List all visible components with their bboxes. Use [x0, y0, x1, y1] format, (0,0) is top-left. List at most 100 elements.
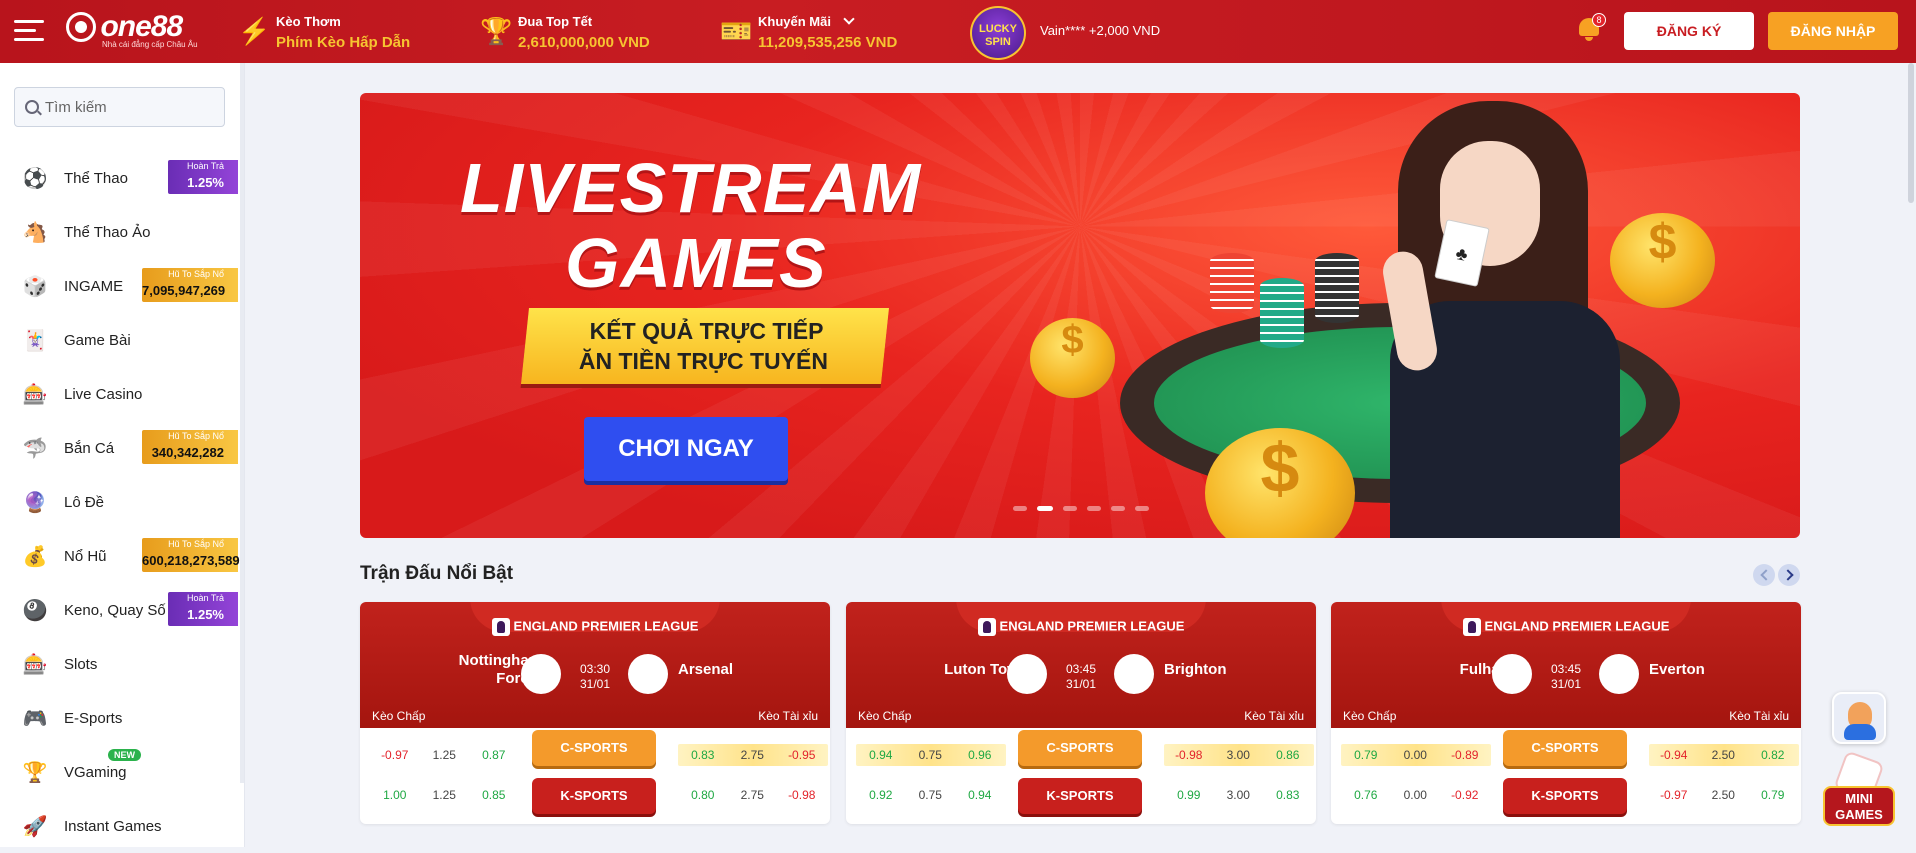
bell-icon[interactable]: 8 — [1577, 13, 1606, 44]
odds-row[interactable]: -0.94 2.50 0.82 — [1649, 744, 1799, 766]
odds-row[interactable]: 0.99 3.00 0.83 — [1164, 784, 1314, 806]
odds-value[interactable]: 1.25 — [420, 788, 470, 802]
sidebar-scrollbar[interactable] — [240, 63, 244, 783]
odds-value[interactable]: 0.80 — [678, 788, 728, 802]
sidebar-item-live-casino[interactable]: 🎰 Live Casino — [0, 367, 240, 421]
slot-machine-icon: 🎰 — [22, 653, 48, 676]
odds-row[interactable]: 0.94 0.75 0.96 — [856, 744, 1006, 766]
odds-value[interactable]: 3.00 — [1214, 748, 1264, 762]
kickoff-date: 31/01 — [1065, 677, 1097, 691]
sidebar-item-keno[interactable]: 🎱 Keno, Quay Số Hoàn Trả 1.25% — [0, 583, 240, 637]
sidebar-item-vgaming[interactable]: 🏆 VGaming NEW — [0, 745, 240, 799]
odds-value[interactable]: -0.89 — [1440, 748, 1490, 762]
sidebar-item-slots[interactable]: 🎰 Slots — [0, 637, 240, 691]
support-agent-button[interactable] — [1832, 692, 1886, 744]
odds-value[interactable]: 0.96 — [955, 748, 1005, 762]
sidebar-item-the-thao[interactable]: ⚽ Thể Thao Hoàn Trả 1.25% — [0, 151, 240, 205]
odds-value[interactable]: 2.75 — [728, 748, 778, 762]
sidebar-item-ingame[interactable]: 🎲 INGAME Hũ To Sắp Nổ 7,095,947,269 — [0, 259, 240, 313]
c-sports-button[interactable]: C-SPORTS — [1503, 730, 1627, 766]
odds-row[interactable]: 0.80 2.75 -0.98 — [678, 784, 828, 806]
odds-value[interactable]: 0.83 — [1263, 788, 1313, 802]
odds-row[interactable]: 0.92 0.75 0.94 — [856, 784, 1006, 806]
sidebar-item-lo-de[interactable]: 🔮 Lô Đề — [0, 475, 240, 529]
odds-value[interactable]: 0.79 — [1341, 748, 1391, 762]
menu-icon[interactable] — [14, 20, 44, 42]
odds-value[interactable]: 0.83 — [678, 748, 728, 762]
lucky-spin-button[interactable]: LUCKY SPIN — [970, 6, 1026, 60]
carousel-dot[interactable] — [1111, 506, 1125, 511]
c-sports-button[interactable]: C-SPORTS — [532, 730, 656, 766]
chevron-down-icon[interactable] — [843, 13, 855, 25]
carousel-dot[interactable] — [1087, 506, 1101, 511]
odds-value[interactable]: -0.97 — [1649, 788, 1699, 802]
odds-row[interactable]: 0.83 2.75 -0.95 — [678, 744, 828, 766]
match-card[interactable]: ENGLAND PREMIER LEAGUE Fulham 03:45 31/01 Ev… — [1331, 602, 1801, 824]
promo-title: Kèo Thơm — [276, 14, 341, 29]
odds-value[interactable]: 1.00 — [370, 788, 420, 802]
k-sports-button[interactable]: K-SPORTS — [532, 778, 656, 814]
odds-value[interactable]: 3.00 — [1214, 788, 1264, 802]
odds-row[interactable]: -0.97 2.50 0.79 — [1649, 784, 1799, 806]
k-sports-button[interactable]: K-SPORTS — [1018, 778, 1142, 814]
sidebar-item-no-hu[interactable]: 💰 Nổ Hũ Hũ To Sắp Nổ 600,218,273,589 — [0, 529, 240, 583]
odds-value[interactable]: 0.75 — [906, 788, 956, 802]
odds-value[interactable]: -0.97 — [370, 748, 420, 762]
k-sports-button[interactable]: K-SPORTS — [1503, 778, 1627, 814]
logo[interactable]: one88 Nhà cái đẳng cấp Châu Âu — [66, 10, 198, 49]
odds-value[interactable]: -0.98 — [1164, 748, 1214, 762]
header-promo-khuyen-mai[interactable]: 🎫 Khuyến Mãi 11,209,535,256 VND — [720, 13, 897, 53]
odds-value[interactable]: 2.50 — [1699, 788, 1749, 802]
odds-value[interactable]: 0.76 — [1341, 788, 1391, 802]
header-promo-keo-thom[interactable]: ⚡ Kèo Thơm Phím Kèo Hấp Dẫn — [238, 14, 410, 53]
odds-value[interactable]: 2.50 — [1699, 748, 1749, 762]
mini-games-button[interactable]: MINI GAMES — [1823, 750, 1895, 828]
odds-value[interactable]: -0.94 — [1649, 748, 1699, 762]
search-box[interactable] — [14, 87, 225, 127]
mini-games-label: MINI GAMES — [1823, 786, 1895, 826]
odds-value[interactable]: 0.86 — [1263, 748, 1313, 762]
carousel-dot[interactable] — [1135, 506, 1149, 511]
odds-value[interactable]: 0.00 — [1391, 748, 1441, 762]
match-card[interactable]: ENGLAND PREMIER LEAGUE Nottingham Forest 0… — [360, 602, 830, 824]
odds-value[interactable]: 0.79 — [1748, 788, 1798, 802]
odds-value[interactable]: 0.82 — [1748, 748, 1798, 762]
play-now-button[interactable]: CHƠI NGAY — [584, 417, 788, 481]
match-card[interactable]: ENGLAND PREMIER LEAGUE Luton Town 03:45 31/… — [846, 602, 1316, 824]
chevron-right-icon[interactable] — [1778, 564, 1800, 586]
sidebar-item-instant-games[interactable]: 🚀 Instant Games — [0, 799, 240, 853]
odds-value[interactable]: -0.92 — [1440, 788, 1490, 802]
register-button[interactable]: ĐĂNG KÝ — [1624, 12, 1754, 50]
odds-value[interactable]: 0.94 — [856, 748, 906, 762]
odds-value[interactable]: 0.85 — [469, 788, 519, 802]
search-input[interactable] — [45, 98, 215, 116]
odds-row[interactable]: 0.79 0.00 -0.89 — [1341, 744, 1491, 766]
sidebar-item-game-bai[interactable]: 🃏 Game Bài — [0, 313, 240, 367]
carousel-dot[interactable] — [1063, 506, 1077, 511]
odds-value[interactable]: 0.87 — [469, 748, 519, 762]
sidebar-item-the-thao-ao[interactable]: 🐴 Thể Thao Ảo — [0, 205, 240, 259]
carousel-dot-active[interactable] — [1037, 506, 1053, 511]
odds-value[interactable]: -0.98 — [777, 788, 827, 802]
sidebar-item-ban-ca[interactable]: 🦈 Bắn Cá Hũ To Sắp Nổ 340,342,282 — [0, 421, 240, 475]
c-sports-button[interactable]: C-SPORTS — [1018, 730, 1142, 766]
page-scrollbar[interactable] — [1908, 63, 1914, 203]
odds-value[interactable]: 1.25 — [420, 748, 470, 762]
odds-value[interactable]: 0.75 — [906, 748, 956, 762]
odds-value[interactable]: 0.92 — [856, 788, 906, 802]
odds-row[interactable]: 1.00 1.25 0.85 — [370, 784, 520, 806]
odds-row[interactable]: -0.98 3.00 0.86 — [1164, 744, 1314, 766]
odds-row[interactable]: -0.97 1.25 0.87 — [370, 744, 520, 766]
sidebar-item-e-sports[interactable]: 🎮 E-Sports — [0, 691, 240, 745]
header-promo-dua-top[interactable]: 🏆 Đua Top Tết 2,610,000,000 VND — [480, 14, 650, 53]
odds-value[interactable]: 2.75 — [728, 788, 778, 802]
odds-value[interactable]: -0.95 — [777, 748, 827, 762]
odds-value[interactable]: 0.94 — [955, 788, 1005, 802]
carousel-dot[interactable] — [1013, 506, 1027, 511]
hero-banner[interactable]: LIVESTREAM GAMES KẾT QUẢ TRỰC TIẾP ĂN TI… — [360, 93, 1800, 538]
odds-row[interactable]: 0.76 0.00 -0.92 — [1341, 784, 1491, 806]
odds-value[interactable]: 0.00 — [1391, 788, 1441, 802]
chevron-left-icon[interactable] — [1753, 564, 1775, 586]
odds-value[interactable]: 0.99 — [1164, 788, 1214, 802]
login-button[interactable]: ĐĂNG NHẬP — [1768, 12, 1898, 50]
